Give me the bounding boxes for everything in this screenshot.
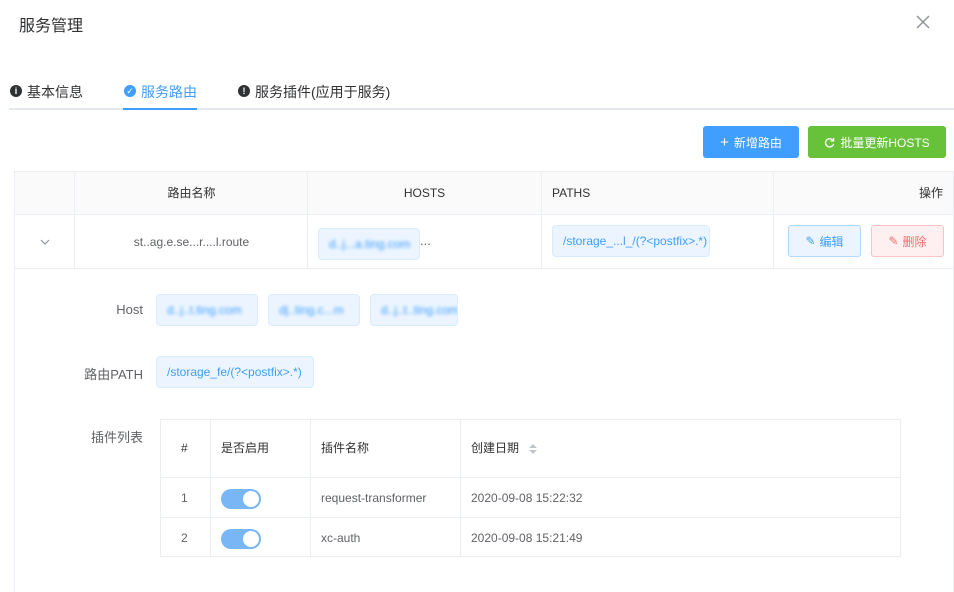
plugins-table: # 是否启用 插件名称 创建日期 1 request-transformer 2…: [160, 419, 901, 557]
host-label: Host: [116, 302, 143, 317]
plugins-header-name: 插件名称: [321, 441, 370, 455]
edit-label: 编辑: [819, 234, 844, 249]
plugins-header-created[interactable]: 创建日期: [471, 420, 538, 477]
plugin-name: request-transformer: [321, 491, 427, 505]
plus-icon: +: [720, 133, 729, 151]
header-hosts: HOSTS: [403, 186, 446, 200]
table-header: 路由名称 HOSTS PATHS 操作: [15, 172, 953, 215]
delete-button[interactable]: ✎ 删除: [871, 225, 944, 257]
page-title: 服务管理: [19, 18, 84, 35]
expand-path-tag: /storage_fe/(?<postfix>.*): [156, 356, 314, 388]
route-path-label: 路由PATH: [84, 367, 143, 382]
table-row: 1 request-transformer 2020-09-08 15:22:3…: [161, 477, 900, 517]
tab-label: 基本信息: [27, 84, 83, 100]
plugin-enabled-toggle[interactable]: [221, 529, 261, 549]
plugins-header-enabled: 是否启用: [221, 441, 270, 455]
path-tag-text: /storage_...l_/(?<postfix>.*): [563, 234, 708, 248]
tab-bar: i 基本信息 ✓ 服务路由 ! 服务插件(应用于服务): [9, 78, 954, 110]
tab-label: 服务插件(应用于服务): [255, 84, 391, 100]
plugin-enabled-toggle[interactable]: [221, 489, 261, 509]
routes-table: 路由名称 HOSTS PATHS 操作 st..ag.e.se...r....l…: [14, 171, 954, 592]
close-icon[interactable]: [914, 13, 932, 31]
chevron-down-icon[interactable]: [39, 236, 51, 248]
expand-host-tag: d..j..t..ting.com: [370, 294, 458, 326]
plugin-created: 2020-09-08 15:21:49: [471, 531, 583, 545]
header-paths: PATHS: [552, 186, 591, 200]
add-route-label: 新增路由: [733, 135, 782, 150]
batch-update-label: 批量更新HOSTS: [840, 135, 930, 150]
refresh-icon: [825, 137, 835, 148]
header-actions: 操作: [918, 186, 943, 200]
expand-host-tag: d..j..t.ting.com: [156, 294, 258, 326]
route-name: st..ag.e.se...r....l.route: [133, 235, 250, 249]
table-row: 2 xc-auth 2020-09-08 15:21:49: [161, 517, 900, 557]
plugin-name: xc-auth: [321, 531, 361, 545]
plugin-index: 1: [181, 491, 188, 505]
edit-icon: ✎: [805, 234, 816, 248]
tab-service-routes[interactable]: ✓ 服务路由: [124, 82, 197, 110]
sort-icon[interactable]: [528, 443, 538, 455]
hosts-more: ...: [420, 233, 431, 248]
add-route-button[interactable]: + 新增路由: [703, 126, 799, 158]
plugins-label: 插件列表: [90, 430, 143, 445]
table-row: st..ag.e.se...r....l.route d..j...a.ting…: [15, 215, 953, 269]
tab-service-plugins[interactable]: ! 服务插件(应用于服务): [238, 82, 390, 110]
edit-button[interactable]: ✎ 编辑: [788, 225, 861, 257]
expand-host-text: d..j..t..ting.com: [381, 303, 458, 317]
tab-basic-info[interactable]: i 基本信息: [10, 82, 83, 110]
delete-icon: ✎: [888, 234, 899, 248]
delete-label: 删除: [902, 234, 927, 249]
header-route-name: 路由名称: [167, 186, 216, 200]
host-tag: d..j...a.ting.com: [318, 228, 420, 260]
created-header-label: 创建日期: [471, 441, 520, 455]
expand-host-text: dj..ting.c...m: [279, 303, 344, 317]
expand-host-text: d..j..t.ting.com: [167, 303, 242, 317]
plugins-header-index: #: [181, 441, 188, 455]
active-tab-indicator: [123, 108, 197, 110]
exclamation-icon: !: [238, 85, 250, 97]
tab-label: 服务路由: [141, 84, 197, 100]
expand-path-text: /storage_fe/(?<postfix>.*): [167, 365, 302, 379]
check-circle-icon: ✓: [124, 85, 136, 97]
plugin-created: 2020-09-08 15:22:32: [471, 491, 583, 505]
expand-host-tag: dj..ting.c...m: [268, 294, 360, 326]
batch-update-hosts-button[interactable]: 批量更新HOSTS: [808, 126, 946, 158]
info-icon: i: [10, 85, 22, 97]
path-tag: /storage_...l_/(?<postfix>.*): [552, 225, 710, 257]
plugin-index: 2: [181, 531, 188, 545]
host-tag-text: d..j...a.ting.com: [329, 237, 411, 251]
